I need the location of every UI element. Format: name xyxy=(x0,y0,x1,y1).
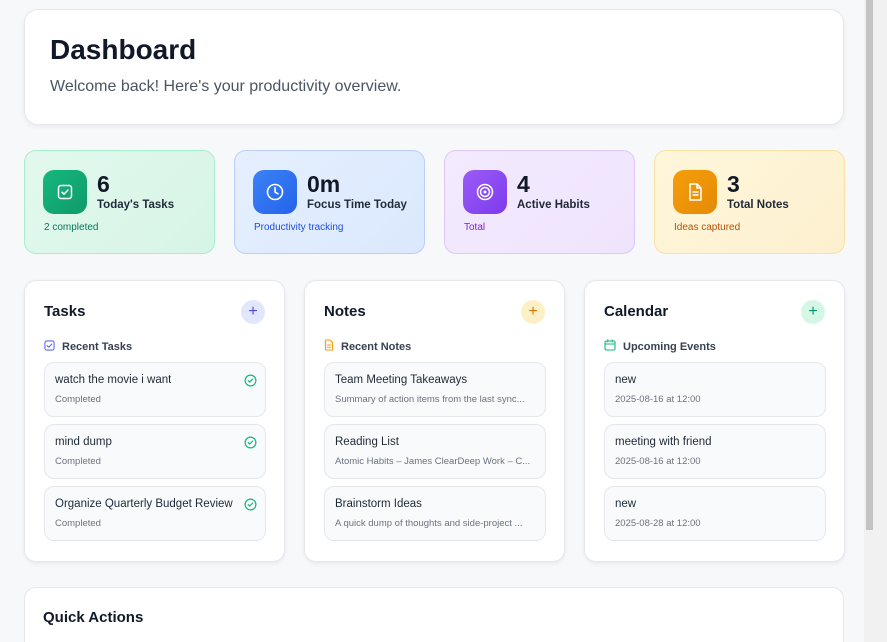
task-status: Completed xyxy=(55,394,101,405)
panel-title: Notes xyxy=(324,303,366,320)
task-item[interactable]: mind dump Completed xyxy=(44,424,266,479)
quick-actions-card: Quick Actions xyxy=(24,587,844,642)
checkbox-icon xyxy=(44,338,55,356)
tasks-panel: Tasks + Recent Tasks watch the movie i w… xyxy=(24,280,285,562)
note-title: Brainstorm Ideas xyxy=(335,498,422,510)
event-datetime: 2025-08-16 at 12:00 xyxy=(615,456,701,467)
stat-card-tasks[interactable]: 6 Today's Tasks 2 completed xyxy=(24,150,215,254)
stat-card-habits[interactable]: 4 Active Habits Total xyxy=(444,150,635,254)
quick-actions-title: Quick Actions xyxy=(43,609,144,626)
event-datetime: 2025-08-28 at 12:00 xyxy=(615,518,701,529)
panel-sub-label: Recent Notes xyxy=(341,341,412,353)
stat-value: 3 xyxy=(727,171,740,197)
target-icon xyxy=(463,170,507,214)
stat-value: 0m xyxy=(307,171,341,197)
stat-sub: Productivity tracking xyxy=(254,222,344,233)
calendar-icon xyxy=(604,338,616,356)
dashboard-viewport: Dashboard Welcome back! Here's your prod… xyxy=(0,0,864,642)
stat-sub: Total xyxy=(464,222,486,233)
add-task-button[interactable]: + xyxy=(241,300,265,324)
document-icon xyxy=(673,170,717,214)
stat-sub: Ideas captured xyxy=(674,222,741,233)
stat-sub: 2 completed xyxy=(44,222,99,233)
document-icon xyxy=(324,338,334,356)
note-title: Reading List xyxy=(335,436,399,448)
check-circle-icon[interactable] xyxy=(244,436,257,454)
task-status: Completed xyxy=(55,518,101,529)
note-preview: Summary of action items from the last sy… xyxy=(335,394,525,405)
check-circle-icon[interactable] xyxy=(244,374,257,392)
task-title: mind dump xyxy=(55,436,112,448)
task-item[interactable]: Organize Quarterly Budget Review Complet… xyxy=(44,486,266,541)
panel-sub-label: Recent Tasks xyxy=(62,341,133,353)
note-item[interactable]: Reading List Atomic Habits – James Clear… xyxy=(324,424,546,479)
note-item[interactable]: Brainstorm Ideas A quick dump of thought… xyxy=(324,486,546,541)
stat-card-notes[interactable]: 3 Total Notes Ideas captured xyxy=(654,150,845,254)
task-title: Organize Quarterly Budget Review xyxy=(55,498,233,510)
event-title: new xyxy=(615,498,637,510)
check-circle-icon[interactable] xyxy=(244,498,257,516)
task-status: Completed xyxy=(55,456,101,467)
note-item[interactable]: Team Meeting Takeaways Summary of action… xyxy=(324,362,546,417)
task-item[interactable]: watch the movie i want Completed xyxy=(44,362,266,417)
task-title: watch the movie i want xyxy=(55,374,172,386)
event-title: new xyxy=(615,374,637,386)
panel-sub-label: Upcoming Events xyxy=(623,341,716,353)
event-item[interactable]: meeting with friend 2025-08-16 at 12:00 xyxy=(604,424,826,479)
stat-label: Today's Tasks xyxy=(97,199,175,211)
stat-label: Focus Time Today xyxy=(307,199,407,211)
upcoming-events-header: Upcoming Events xyxy=(604,338,716,356)
add-note-button[interactable]: + xyxy=(521,300,545,324)
page-subtitle: Welcome back! Here's your productivity o… xyxy=(50,78,402,95)
stat-label: Total Notes xyxy=(727,199,789,211)
clock-icon xyxy=(253,170,297,214)
checkbox-icon xyxy=(43,170,87,214)
recent-tasks-header: Recent Tasks xyxy=(44,338,132,356)
note-title: Team Meeting Takeaways xyxy=(335,374,468,386)
calendar-panel: Calendar + Upcoming Events new 2025-08-1… xyxy=(584,280,845,562)
event-item[interactable]: new 2025-08-16 at 12:00 xyxy=(604,362,826,417)
stat-value: 4 xyxy=(517,171,530,197)
event-item[interactable]: new 2025-08-28 at 12:00 xyxy=(604,486,826,541)
event-datetime: 2025-08-16 at 12:00 xyxy=(615,394,701,405)
recent-notes-header: Recent Notes xyxy=(324,338,411,356)
panel-title: Tasks xyxy=(44,303,86,320)
scrollbar-thumb[interactable] xyxy=(866,0,873,530)
notes-panel: Notes + Recent Notes Team Meeting Takeaw… xyxy=(304,280,565,562)
stat-card-focus[interactable]: 0m Focus Time Today Productivity trackin… xyxy=(234,150,425,254)
note-preview: Atomic Habits – James ClearDeep Work – C… xyxy=(335,456,531,467)
event-title: meeting with friend xyxy=(615,436,712,448)
note-preview: A quick dump of thoughts and side-projec… xyxy=(335,518,523,529)
header-card: Dashboard Welcome back! Here's your prod… xyxy=(24,9,844,125)
stat-value: 6 xyxy=(97,171,110,197)
add-event-button[interactable]: + xyxy=(801,300,825,324)
page-title: Dashboard xyxy=(50,34,197,65)
panel-title: Calendar xyxy=(604,303,669,320)
stat-label: Active Habits xyxy=(517,199,590,211)
